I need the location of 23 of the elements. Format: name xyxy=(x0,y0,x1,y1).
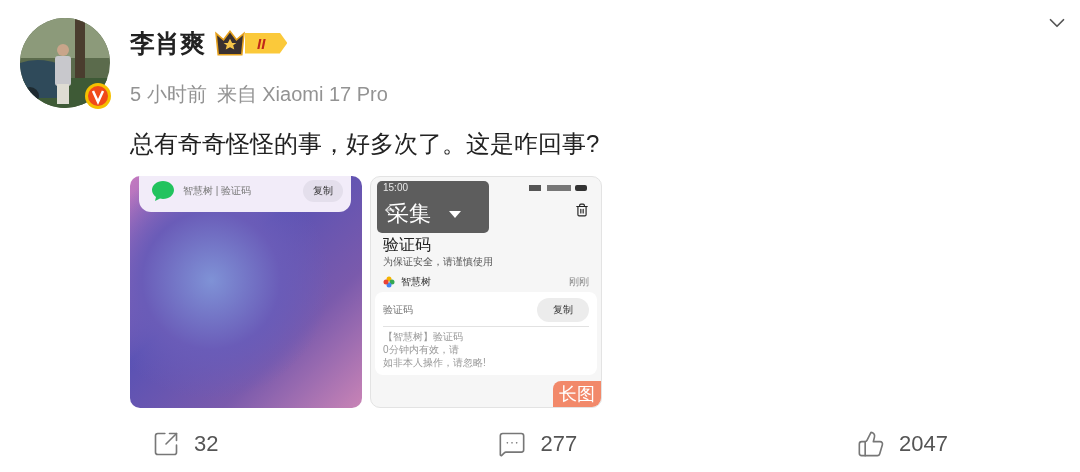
long-image-badge: 长图 xyxy=(553,381,601,407)
share-button[interactable]: 32 xyxy=(152,430,219,458)
message-text: 【智慧树】验证码 xyxy=(383,331,464,343)
post-source: 来自 Xiaomi 17 Pro xyxy=(216,82,388,107)
comment-button[interactable]: 277 xyxy=(498,430,578,458)
level-badge: II xyxy=(245,32,288,54)
sender-name: 智慧树 xyxy=(401,276,431,288)
copy-button[interactable]: 复制 xyxy=(537,298,589,322)
screenshot-image[interactable]: 采集 15:00 验证码 为保证安全，请谨慎使用 智慧树 刚刚 验证码 复制 【智慧树】验证码 0分钟内有效，请 如非本人操作，请忽略! 长图 xyxy=(370,176,602,408)
code-label: 验证码 xyxy=(383,304,413,316)
page-title: 验证码 xyxy=(383,235,432,255)
copy-button[interactable]: 复制 xyxy=(303,180,343,202)
message-text: 0分钟内有效，请 xyxy=(383,344,460,356)
page-subtitle: 为保证安全，请谨慎使用 xyxy=(383,256,494,268)
post-time: 5 小时前 xyxy=(130,82,207,107)
message-time: 刚刚 xyxy=(569,276,589,288)
like-button[interactable]: 2047 xyxy=(857,430,948,458)
post-text: 总有奇奇怪怪的事，好多次了。这是咋回事? xyxy=(130,129,601,159)
screenshot-image[interactable]: 智慧树 | 验证码 复制 xyxy=(130,176,362,408)
author-name[interactable]: 李肖爽 xyxy=(130,26,205,60)
clock-text: 15:00 xyxy=(383,182,409,194)
message-text: 如非本人操作，请忽略! xyxy=(383,357,487,369)
notification-text: 智慧树 | 验证码 xyxy=(183,185,252,197)
